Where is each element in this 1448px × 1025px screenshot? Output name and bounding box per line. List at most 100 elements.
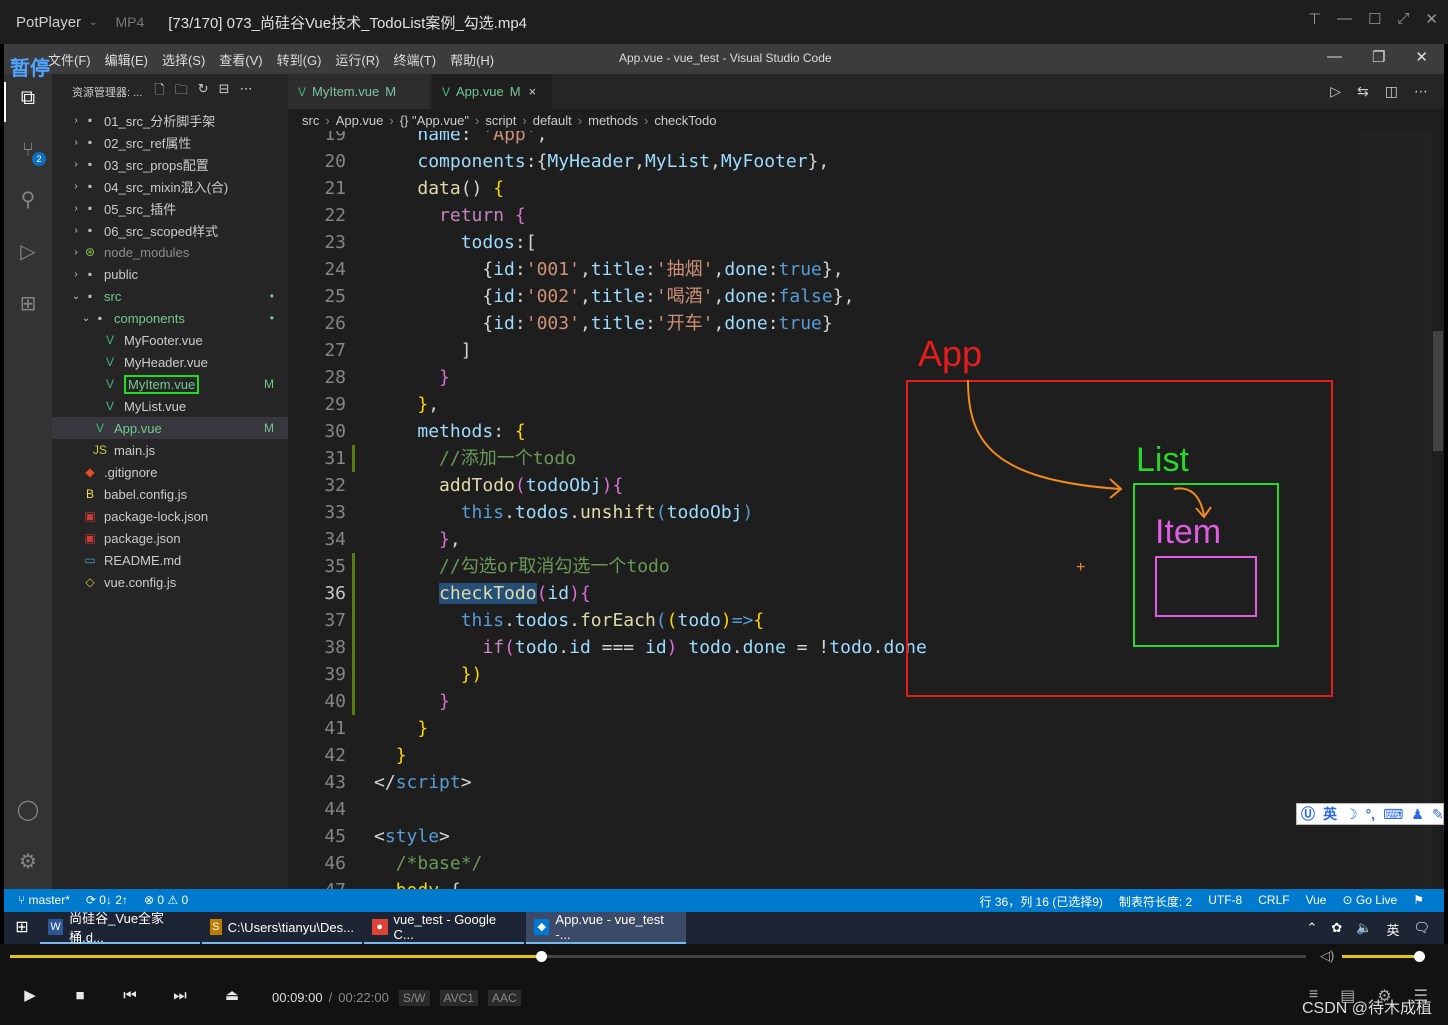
- tab-myitem[interactable]: V MyItem.vue M: [288, 74, 430, 109]
- codec-video[interactable]: AVC1: [439, 990, 478, 1006]
- code-line[interactable]: 34 },: [288, 526, 1444, 553]
- tree-item[interactable]: Bbabel.config.js: [52, 483, 288, 505]
- sync-status[interactable]: ⟳ 0↓ 2↑: [86, 893, 128, 907]
- tree-item[interactable]: ⌄ ▪ components •: [52, 307, 288, 329]
- tree-item[interactable]: V App.vue M: [52, 417, 288, 439]
- source-control-icon[interactable]: ⑂ 2: [16, 138, 46, 166]
- code-line[interactable]: 41 }: [288, 715, 1444, 742]
- eol[interactable]: CRLF: [1258, 893, 1289, 910]
- encoding[interactable]: UTF-8: [1208, 893, 1242, 910]
- code-line[interactable]: 25 {id:'002',title:'喝酒',done:false},: [288, 283, 1444, 310]
- code-line[interactable]: 47 body {: [288, 877, 1444, 889]
- tray-expand-icon[interactable]: ⌃: [1306, 920, 1317, 939]
- volume-icon[interactable]: 🔈: [1356, 920, 1372, 939]
- tree-item[interactable]: JS main.js: [52, 439, 288, 461]
- code-line[interactable]: 30 methods: {: [288, 418, 1444, 445]
- refresh-icon[interactable]: ↻: [198, 81, 209, 103]
- extensions-icon[interactable]: ⊞: [16, 292, 40, 316]
- go-live-button[interactable]: ⊙ Go Live: [1342, 893, 1397, 910]
- code-line[interactable]: 20 components:{MyHeader,MyList,MyFooter}…: [288, 148, 1444, 175]
- code-line[interactable]: 40 }: [288, 688, 1444, 715]
- breadcrumb-item[interactable]: src: [302, 113, 319, 128]
- menu-item[interactable]: 文件(F): [48, 50, 91, 69]
- collapse-icon[interactable]: ⊟: [219, 81, 230, 103]
- split-editor-icon[interactable]: ◫: [1385, 83, 1398, 100]
- code-line[interactable]: 22 return {: [288, 202, 1444, 229]
- breadcrumb-item[interactable]: methods: [588, 113, 638, 128]
- code-line[interactable]: 38 if(todo.id === id) todo.done = !todo.…: [288, 634, 1444, 661]
- tree-item[interactable]: V MyFooter.vue: [52, 329, 288, 351]
- tree-item[interactable]: ▣ package-lock.json: [52, 505, 288, 527]
- code-editor[interactable]: 19 name: 'App', 20 components:{MyHeader,M…: [288, 131, 1444, 889]
- ime-lang[interactable]: 英: [1323, 804, 1337, 824]
- explorer-icon[interactable]: ⧉: [16, 86, 40, 110]
- language-mode[interactable]: Vue: [1306, 893, 1327, 910]
- tree-item[interactable]: ▭ README.md: [52, 549, 288, 571]
- code-line[interactable]: 36 checkTodo(id){: [288, 580, 1444, 607]
- tree-item[interactable]: ◆ .gitignore: [52, 461, 288, 483]
- tree-item[interactable]: ◇ vue.config.js: [52, 571, 288, 593]
- tree-item[interactable]: V MyList.vue: [52, 395, 288, 417]
- breadcrumb-item[interactable]: checkTodo: [654, 113, 716, 128]
- volume-slider[interactable]: [1342, 951, 1425, 962]
- code-line[interactable]: 21 data() {: [288, 175, 1444, 202]
- start-button[interactable]: ⊞: [4, 912, 40, 944]
- maximize-button[interactable]: ☐: [1368, 10, 1381, 28]
- code-line[interactable]: 44: [288, 796, 1444, 823]
- code-line[interactable]: 46 /*base*/: [288, 850, 1444, 877]
- pin-icon[interactable]: ⊤: [1308, 10, 1321, 28]
- action-center-icon[interactable]: 🗨: [1413, 920, 1430, 939]
- branch-status[interactable]: ⑂ master*: [18, 893, 70, 907]
- scroll-thumb[interactable]: [1433, 331, 1443, 451]
- code-line[interactable]: 23 todos:[: [288, 229, 1444, 256]
- cursor-position[interactable]: 行 36，列 16 (已选择9): [980, 893, 1103, 910]
- eject-button[interactable]: ⏏: [222, 986, 242, 1006]
- taskbar-item[interactable]: W 尚硅谷_Vue全家桶.d...: [40, 911, 200, 945]
- minimap[interactable]: [1360, 131, 1430, 889]
- speaker-icon[interactable]: ◁): [1320, 948, 1334, 964]
- problems-status[interactable]: ⊗ 0 ⚠ 0: [144, 893, 188, 907]
- minimize-button[interactable]: —: [1337, 10, 1352, 28]
- code-line[interactable]: 45 <style>: [288, 823, 1444, 850]
- tray-lang[interactable]: 英: [1386, 920, 1399, 939]
- breadcrumb-item[interactable]: App.vue: [336, 113, 384, 128]
- tree-item[interactable]: › ▪ 02_src_ref属性: [52, 131, 288, 153]
- compare-icon[interactable]: ⇆: [1357, 83, 1369, 100]
- new-file-icon[interactable]: 🗋: [154, 81, 164, 103]
- account-icon[interactable]: ◯: [16, 798, 40, 822]
- seek-knob[interactable]: [536, 951, 548, 962]
- code-line[interactable]: 28 }: [288, 364, 1444, 391]
- code-line[interactable]: 29 },: [288, 391, 1444, 418]
- more-icon[interactable]: ⋯: [240, 81, 253, 103]
- code-line[interactable]: 35 //勾选or取消勾选一个todo: [288, 553, 1444, 580]
- wrench-icon[interactable]: ✎: [1432, 806, 1444, 823]
- restore-button[interactable]: ❐: [1372, 48, 1385, 66]
- codec-audio[interactable]: AAC: [487, 990, 521, 1006]
- menu-item[interactable]: 终端(T): [393, 50, 436, 69]
- tree-item[interactable]: › ▪ 05_src_插件: [52, 197, 288, 219]
- user-icon[interactable]: ♟: [1411, 806, 1424, 823]
- tree-item[interactable]: › ▪ 04_src_mixin混入(合): [52, 175, 288, 197]
- tree-item[interactable]: › ⊛ node_modules: [52, 241, 288, 263]
- taskbar-item[interactable]: S C:\Users\tianyu\Des...: [202, 912, 362, 944]
- code-line[interactable]: 19 name: 'App',: [288, 131, 1444, 148]
- codec-sw[interactable]: S/W: [398, 990, 430, 1006]
- taskbar-item[interactable]: ● vue_test - Google C...: [364, 912, 524, 944]
- new-folder-icon[interactable]: 🗀: [175, 81, 188, 103]
- tray-app-icon[interactable]: ✿: [1331, 920, 1342, 939]
- code-line[interactable]: 26 {id:'003',title:'开车',done:true}: [288, 310, 1444, 337]
- run-icon[interactable]: ▷: [1330, 83, 1341, 100]
- tree-item[interactable]: ▣ package.json: [52, 527, 288, 549]
- menu-item[interactable]: 查看(V): [219, 50, 262, 69]
- run-debug-icon[interactable]: ▷: [16, 240, 40, 264]
- close-button[interactable]: ✕: [1415, 48, 1428, 66]
- code-line[interactable]: 42 }: [288, 742, 1444, 769]
- tree-item[interactable]: V MyHeader.vue: [52, 351, 288, 373]
- menu-item[interactable]: 编辑(E): [105, 50, 148, 69]
- code-line[interactable]: 24 {id:'001',title:'抽烟',done:true},: [288, 256, 1444, 283]
- keyboard-icon[interactable]: ⌨: [1383, 806, 1403, 823]
- code-line[interactable]: 31 //添加一个todo: [288, 445, 1444, 472]
- taskbar-item[interactable]: ◆ App.vue - vue_test -...: [526, 912, 686, 944]
- chevron-down-icon[interactable]: ⌄: [89, 17, 97, 28]
- stop-button[interactable]: ■: [70, 986, 90, 1006]
